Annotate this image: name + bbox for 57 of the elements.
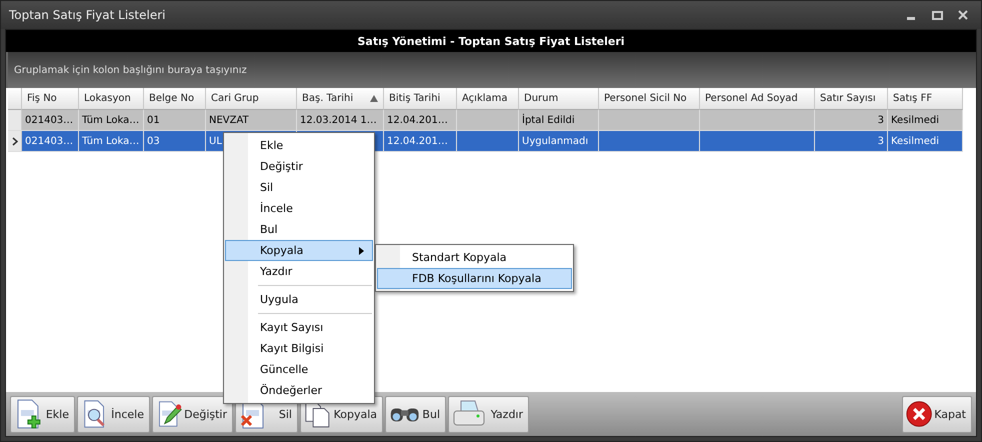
column-header[interactable]: Lokasyon <box>79 88 144 110</box>
table-cell: Kesilmedi <box>888 110 963 130</box>
column-header[interactable]: Satış FF <box>888 88 963 110</box>
column-header[interactable]: Durum <box>519 88 599 110</box>
column-header[interactable]: Açıklama <box>457 88 519 110</box>
toolbar-button[interactable]: Ekle <box>10 396 75 432</box>
table-cell: 03 <box>144 131 206 151</box>
table-cell: 12.04.201… <box>384 131 457 151</box>
menu-item[interactable]: Standart Kopyala <box>377 247 572 268</box>
current-row-icon <box>12 136 18 146</box>
window-title: Toptan Satış Fiyat Listeleri <box>9 8 166 22</box>
menu-item[interactable]: Bul <box>225 219 373 240</box>
menu-item[interactable]: FDB Koşullarını Kopyala <box>377 268 572 289</box>
table-cell: 3 <box>815 131 888 151</box>
toolbar-button[interactable]: Bul <box>385 396 446 432</box>
column-header[interactable]: Bitiş Tarihi <box>384 88 457 110</box>
table-cell: 12.04.201… <box>384 110 457 130</box>
column-header[interactable]: Personel Sicil No <box>599 88 700 110</box>
menu-item[interactable]: İncele <box>225 198 373 219</box>
table-cell: Tüm Loka… <box>79 131 144 151</box>
maximize-icon <box>932 10 942 20</box>
column-header[interactable]: Cari Grup <box>206 88 297 110</box>
header-title: Satış Yönetimi - Toptan Satış Fiyat Listeleri <box>357 34 625 48</box>
table-cell: 021403… <box>22 110 79 130</box>
toolbar-button[interactable]: İncele <box>77 396 150 432</box>
menu-item[interactable]: Güncelle <box>225 359 373 380</box>
column-header[interactable]: Baş. Tarihi <box>297 88 384 110</box>
group-hint: Gruplamak için kolon başlığını buraya taşıyınız <box>14 64 247 76</box>
table-cell: NEVZAT <box>206 110 297 130</box>
column-header <box>8 88 22 110</box>
column-header[interactable]: Belge No <box>144 88 206 110</box>
submenu-arrow-icon <box>359 246 364 254</box>
minimize-icon <box>907 16 915 20</box>
table-cell: 12.03.2014 1… <box>297 110 384 130</box>
table-cell: İptal Edildi <box>519 110 599 130</box>
table-cell: Tüm Loka… <box>79 110 144 130</box>
table-cell: Kesilmedi <box>888 131 963 151</box>
row-indicator[interactable] <box>8 131 22 151</box>
menu-item[interactable]: Kayıt Sayısı <box>225 317 373 338</box>
menu-item[interactable]: Değiştir <box>225 156 373 177</box>
column-header[interactable]: Personel Ad Soyad <box>700 88 815 110</box>
table-row[interactable]: 021403… Tüm Loka… 01 NEVZAT 12.03.2014 1… 12.04.201… İptal Edildi 3 Kesilmedi <box>8 110 963 131</box>
menu-item[interactable]: Uygula <box>225 289 373 310</box>
menu-item[interactable]: Kopyala <box>225 240 373 261</box>
table-cell: 3 <box>815 110 888 130</box>
table-cell: 01 <box>144 110 206 130</box>
menu-item[interactable]: Yazdır <box>225 261 373 282</box>
close-icon <box>958 10 968 20</box>
table-cell: 021403… <box>22 131 79 151</box>
column-header[interactable]: Satır Sayısı <box>815 88 888 110</box>
column-header[interactable]: Fiş No <box>22 88 79 110</box>
toolbar-button[interactable]: Değiştir <box>152 396 233 432</box>
menu-item[interactable]: Kayıt Bilgisi <box>225 338 373 359</box>
close-button[interactable]: Kapat <box>902 396 972 432</box>
menu-item[interactable]: Sil <box>225 177 373 198</box>
toolbar-button[interactable]: Yazdır <box>448 396 529 432</box>
table-cell: Uygulanmadı <box>519 131 599 151</box>
